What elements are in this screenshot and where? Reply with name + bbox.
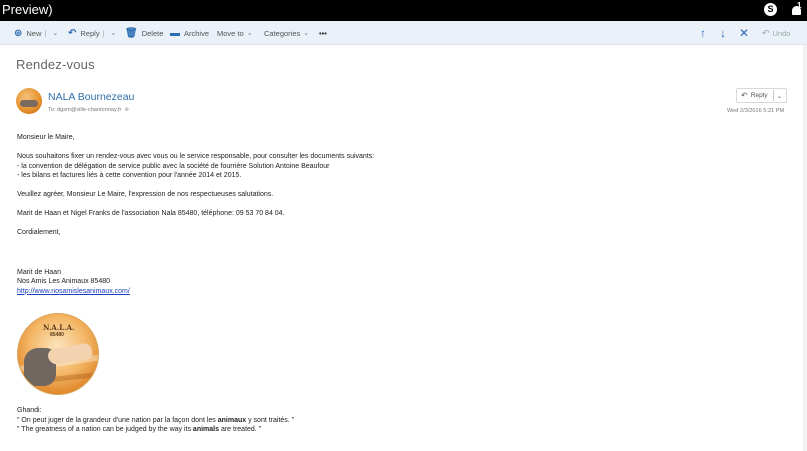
title-bar: Preview) S 1 [0,0,807,21]
undo-button[interactable]: ↶ Undo [762,21,790,45]
move-to-button[interactable]: Move to ⌄ [217,21,253,45]
trash-icon: 🗑 [125,27,138,39]
logo-number: 85480 [50,332,64,338]
move-to-label: Move to [217,28,244,38]
signature-link[interactable]: http://www.nosamislesanimaux.com/ [17,287,577,297]
body-line-1: Nous souhaitons fixer un rendez-vous ave… [17,153,375,160]
signature-org: Nos Amis Les Animaux 85480 [17,278,110,285]
quote-author: Ghandi: [17,407,42,414]
archive-button[interactable]: ▬ Archive [170,21,209,45]
chevron-down-icon[interactable]: ⌄ [52,29,58,37]
skype-icon[interactable]: S [763,2,779,18]
body-line-3: - les bilans et factures liés à cette co… [17,172,242,179]
arrow-up-icon[interactable]: ↑ [700,26,706,40]
reply-toolbar-button[interactable]: ↶ Reply | ⌄ [68,21,116,45]
signature-name: Marit de Haan [17,268,61,276]
body-cordially: Cordialement, [17,229,61,236]
categories-button[interactable]: Categories ⌄ [264,21,309,45]
notification-bell-icon[interactable]: 1 [789,1,805,18]
window-title: Preview) [2,2,53,17]
recipient-text[interactable]: To: dgsm@ville-chantonnay.fr [48,107,121,113]
arrow-down-icon[interactable]: ↓ [720,26,726,40]
new-label: New [26,28,42,38]
message-body: Monsieur le Maire, Nous souhaitons fixer… [17,133,577,296]
undo-icon: ↶ [762,27,770,38]
plus-circle-icon: ⊕ [14,27,23,39]
message-date: Wed 2/3/2016 5:21 PM [727,108,785,114]
message-reply-button[interactable]: ↶ Reply ⌄ [736,88,787,103]
delete-label: Delete [141,28,164,38]
sender-avatar[interactable] [16,88,42,114]
more-actions-button[interactable]: ••• [319,21,327,45]
quote-english: " The greatness of a nation can be judge… [17,426,262,433]
body-greeting: Monsieur le Maire, [17,134,75,141]
more-icon: ••• [319,28,327,38]
chevron-down-icon: ⌄ [303,30,310,37]
message-subject: Rendez-vous [16,57,95,72]
recipient-remove-icon[interactable]: ⊗ [124,107,129,113]
reply-icon: ↶ [68,27,77,39]
quote-french: " On peut juger de la grandeur d'une nat… [17,416,295,424]
nala-logo-image: N.A.L.A. 85480 [17,313,99,395]
quote-block: Ghandi: " On peut juger de la grandeur d… [17,406,577,435]
command-bar: ⊕ New | ⌄ ↶ Reply | ⌄ 🗑 Delete ▬ Archive… [0,21,807,45]
message-reply-label: Reply [750,92,768,99]
delete-button[interactable]: 🗑 Delete [125,21,163,45]
reply-icon: ↶ [741,91,748,100]
chevron-down-icon[interactable]: ⌄ [111,29,117,37]
body-signature: Marit de Haan et Nigel Franks de l'assoc… [17,210,285,217]
chevron-down-icon[interactable]: ⌄ [777,92,783,100]
recipient-line: To: dgsm@ville-chantonnay.fr ⊗ [48,107,129,113]
new-button[interactable]: ⊕ New | ⌄ [14,21,58,45]
body-closing: Veuillez agréer, Monsieur Le Maire, l'ex… [17,191,274,198]
reply-label: Reply [80,28,100,38]
undo-label: Undo [772,28,791,38]
close-icon[interactable]: ✕ [739,26,749,40]
notification-count: 1 [797,1,802,10]
body-line-2: - la convention de délégation de service… [17,162,330,170]
chevron-down-icon: ⌄ [246,30,253,37]
categories-label: Categories [264,28,301,38]
archive-icon: ▬ [170,27,180,39]
logo-text: N.A.L.A. [43,323,75,332]
scrollbar[interactable] [803,45,807,451]
archive-label: Archive [184,28,210,38]
sender-name[interactable]: NALA Bournezeau [48,91,134,103]
